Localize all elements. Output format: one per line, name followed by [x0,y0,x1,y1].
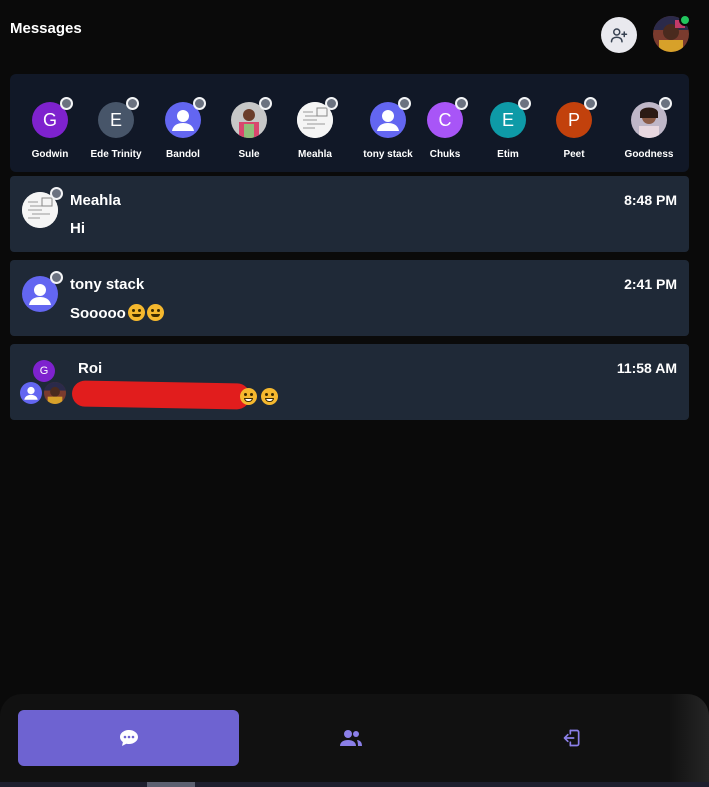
friend-tony-stack[interactable]: tony stack [353,97,423,160]
friend-goodness[interactable]: Goodness [619,97,679,160]
avatar [44,382,66,404]
conversation-time: 2:41 PM [624,276,677,292]
status-dot [455,97,468,110]
logout-icon [563,729,579,747]
status-dot [126,97,139,110]
friend-meahla[interactable]: Meahla [285,97,345,160]
friend-name: Etim [497,149,519,160]
last-message: Sooooo [70,304,164,322]
online-status-dot [679,14,691,26]
conversation-roi[interactable]: G Roi 11:58 AM [10,344,689,420]
status-dot [50,187,63,200]
add-friend-button[interactable] [601,17,637,53]
status-dot [60,97,73,110]
group-avatars: G [20,360,70,410]
smirk-emoji-icon [127,304,145,321]
conversation-time: 8:48 PM [624,192,677,208]
current-user-avatar[interactable] [653,14,691,52]
friend-name: Chuks [429,149,461,160]
status-dot [659,97,672,110]
friend-name: Peet [563,149,585,160]
avatar [22,187,63,228]
friend-name: Goodness [624,149,674,160]
last-message-text: Sooooo [70,305,126,322]
friend-bandol[interactable]: Bandol [153,97,213,160]
users-icon [339,730,362,746]
nav-friends-button[interactable] [240,710,461,766]
friend-name: Bandol [166,149,200,160]
friend-name: Sule [238,149,260,160]
chat-icon [119,730,138,746]
status-dot [518,97,531,110]
last-message: Hi [70,220,85,237]
conversation-name: tony stack [70,276,145,293]
conversation-meahla[interactable]: Meahla 8:48 PM Hi [10,176,689,252]
messages-app: Messages G Godwin E Ede Trinity Bandol S… [0,0,709,787]
grin-emoji-icon [261,388,278,405]
friend-etim[interactable]: E Etim [478,97,538,160]
friend-sule[interactable]: Sule [219,97,279,160]
friend-name: Ede Trinity [90,149,142,160]
status-dot [193,97,206,110]
status-dot [398,97,411,110]
status-dot [50,271,63,284]
conversation-name: Roi [78,360,103,377]
last-message [238,388,278,406]
conversation-name: Meahla [70,192,121,209]
nav-logout-button[interactable] [461,710,682,766]
pleading-emoji-icon [146,304,164,321]
bottom-nav [0,694,709,782]
friend-name: Meahla [298,149,332,160]
horizontal-scrollbar[interactable] [0,782,709,787]
status-dot [584,97,597,110]
friend-chuks[interactable]: C Chuks [415,97,475,160]
header: Messages [0,0,709,70]
avatar: G [33,360,55,382]
friends-strip: G Godwin E Ede Trinity Bandol Sule Meahl… [10,74,689,172]
friend-name: tony stack [363,149,413,160]
status-dot [259,97,272,110]
avatar [22,271,63,312]
friend-godwin[interactable]: G Godwin [20,97,80,160]
friend-name: Godwin [31,149,69,160]
user-plus-icon [610,28,628,43]
friend-ede-trinity[interactable]: E Ede Trinity [86,97,146,160]
friend-peet[interactable]: P Peet [544,97,604,160]
page-title: Messages [10,20,82,37]
avatar [20,382,42,404]
conversation-time: 11:58 AM [616,360,677,376]
nav-chats-button[interactable] [18,710,239,766]
grin-emoji-icon [240,388,257,405]
scrollbar-thumb[interactable] [147,782,195,787]
redaction-mark [71,380,251,410]
default-user-icon [24,386,38,400]
conversation-tony-stack[interactable]: tony stack 2:41 PM Sooooo [10,260,689,336]
status-dot [325,97,338,110]
